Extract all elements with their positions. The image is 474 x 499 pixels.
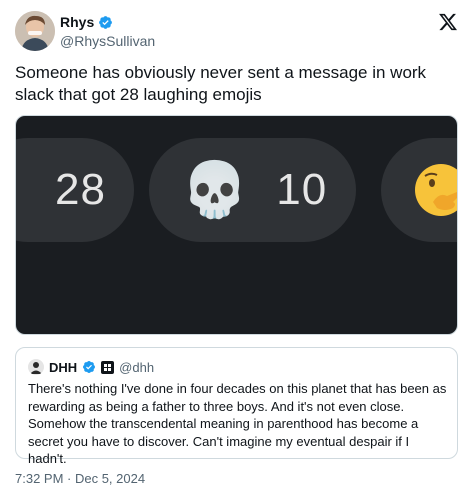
quoted-author-avatar[interactable] <box>28 359 44 375</box>
reaction-count: 28 <box>55 165 106 214</box>
author-name-text[interactable]: Rhys <box>60 14 94 31</box>
reaction-pill <box>381 138 457 242</box>
skull-emoji-icon: 💀 <box>181 160 249 220</box>
hand-over-mouth-emoji-icon <box>415 164 457 216</box>
tweet-timestamp[interactable]: 7:32 PM · Dec 5, 2024 <box>15 471 145 486</box>
quoted-tweet[interactable]: DHH @dhh There's nothing I've done in fo… <box>15 347 458 466</box>
reaction-pill: 28 <box>16 138 134 242</box>
quoted-tweet-header: DHH @dhh <box>28 359 154 375</box>
tweet-text: Someone has obviously never sent a messa… <box>15 63 427 104</box>
author-handle[interactable]: @RhysSullivan <box>60 33 155 50</box>
tweet-media-image[interactable]: 28 💀 10 <box>15 115 458 335</box>
verified-badge-icon <box>99 16 113 29</box>
author-avatar[interactable] <box>15 11 55 51</box>
x-logo-icon[interactable] <box>438 12 458 32</box>
verified-badge-icon <box>83 361 96 373</box>
quoted-tweet-text: There's nothing I've done in four decade… <box>28 381 447 466</box>
reaction-count: 10 <box>276 165 328 214</box>
quoted-author-name[interactable]: DHH <box>49 360 77 375</box>
reaction-pill: 💀 10 <box>149 138 356 242</box>
author-name[interactable]: Rhys <box>60 14 113 31</box>
quoted-author-handle[interactable]: @dhh <box>119 360 154 375</box>
affiliate-badge-icon <box>101 360 115 374</box>
